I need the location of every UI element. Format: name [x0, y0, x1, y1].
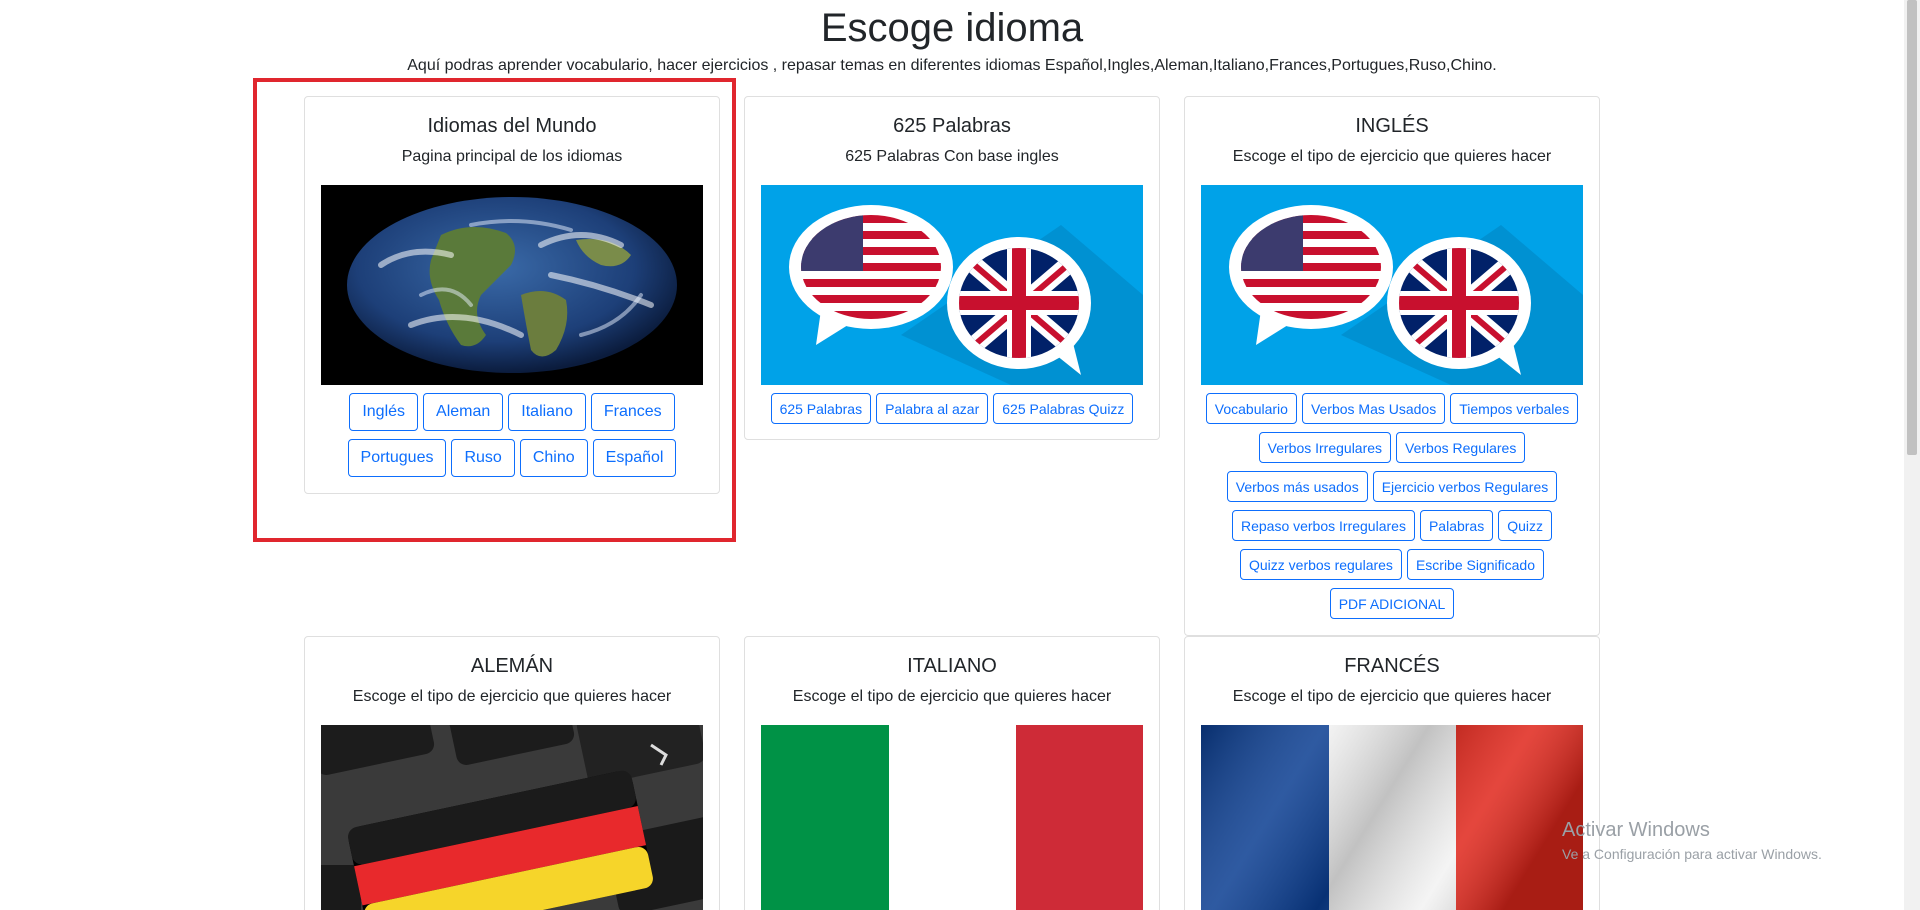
watermark-subtitle: Ve a Configuración para activar Windows. [1562, 846, 1822, 862]
625-palabras-button[interactable]: 625 Palabras [770, 393, 872, 424]
italian-flag-image [761, 725, 1143, 910]
escribe-significado-button[interactable]: Escribe Significado [1406, 549, 1544, 580]
card-description: 625 Palabras Con base ingles [845, 148, 1059, 165]
card-description: Escoge el tipo de ejercicio que quieres … [352, 688, 672, 705]
card-title: ALEMÁN [470, 655, 554, 677]
625-palabras-quizz-button[interactable]: 625 Palabras Quizz [993, 393, 1134, 424]
card-title: INGLÉS [1355, 115, 1429, 137]
card-italiano: ITALIANO Escoge el tipo de ejercicio que… [744, 636, 1160, 910]
scrollbar-thumb[interactable] [1907, 0, 1917, 455]
card-title: 625 Palabras [893, 115, 1011, 137]
page-subtitle: Aquí podras aprender vocabulario, hacer … [407, 57, 1497, 74]
windows-activation-watermark: Activar Windows Ve a Configuración para … [1562, 819, 1822, 862]
card-aleman: ALEMÁN Escoge el tipo de ejercicio que q… [304, 636, 720, 910]
card-625-palabras: 625 Palabras 625 Palabras Con base ingle… [744, 96, 1160, 440]
ingles-buttons-row-4: Repaso verbos Irregulares Palabras Quizz [1185, 510, 1599, 541]
card-title: ITALIANO [907, 655, 997, 677]
quizz-verbos-regulares-button[interactable]: Quizz verbos regulares [1239, 549, 1402, 580]
vertical-scrollbar[interactable] [1904, 0, 1920, 910]
palabra-al-azar-button[interactable]: Palabra al azar [876, 393, 989, 424]
card-frances: FRANCÉS Escoge el tipo de ejercicio que … [1184, 636, 1600, 910]
card-title: FRANCÉS [1344, 655, 1440, 677]
highlight-box [253, 78, 736, 542]
tiempos-verbales-button[interactable]: Tiempos verbales [1450, 393, 1579, 424]
ingles-buttons-row-2: Verbos Irregulares Verbos Regulares [1185, 432, 1599, 463]
german-flag-key-image [321, 725, 703, 910]
pdf-adicional-button[interactable]: PDF ADICIONAL [1329, 588, 1455, 619]
ingles-buttons-row-1: Vocabulario Verbos Mas Usados Tiempos ve… [1185, 393, 1599, 424]
palabras-button[interactable]: Palabras [1419, 510, 1494, 541]
us-uk-flags-image [1201, 185, 1583, 385]
ejercicio-verbos-regulares-button[interactable]: Ejercicio verbos Regulares [1372, 471, 1558, 502]
french-flag-image [1201, 725, 1583, 910]
verbos-irregulares-button[interactable]: Verbos Irregulares [1258, 432, 1392, 463]
page-title: Escoge idioma [820, 6, 1084, 50]
verbos-mas-usados-2-button[interactable]: Verbos más usados [1226, 471, 1368, 502]
verbos-regulares-button[interactable]: Verbos Regulares [1396, 432, 1526, 463]
card-description: Escoge el tipo de ejercicio que quieres … [1232, 688, 1552, 705]
ingles-buttons-row-3: Verbos más usados Ejercicio verbos Regul… [1185, 471, 1599, 502]
ingles-buttons-row-5: Quizz verbos regulares Escribe Significa… [1185, 549, 1599, 580]
verbos-mas-usados-button[interactable]: Verbos Mas Usados [1301, 393, 1446, 424]
card-description: Escoge el tipo de ejercicio que quieres … [1232, 148, 1552, 165]
palabras-buttons-row: 625 Palabras Palabra al azar 625 Palabra… [745, 393, 1159, 424]
vocabulario-button[interactable]: Vocabulario [1205, 393, 1297, 424]
watermark-title: Activar Windows [1562, 819, 1710, 841]
card-description: Escoge el tipo de ejercicio que quieres … [792, 688, 1112, 705]
ingles-buttons-row-6: PDF ADICIONAL [1185, 588, 1599, 619]
quizz-button[interactable]: Quizz [1498, 510, 1553, 541]
us-uk-flags-image [761, 185, 1143, 385]
repaso-verbos-irregulares-button[interactable]: Repaso verbos Irregulares [1231, 510, 1415, 541]
card-ingles: INGLÉS Escoge el tipo de ejercicio que q… [1184, 96, 1600, 636]
